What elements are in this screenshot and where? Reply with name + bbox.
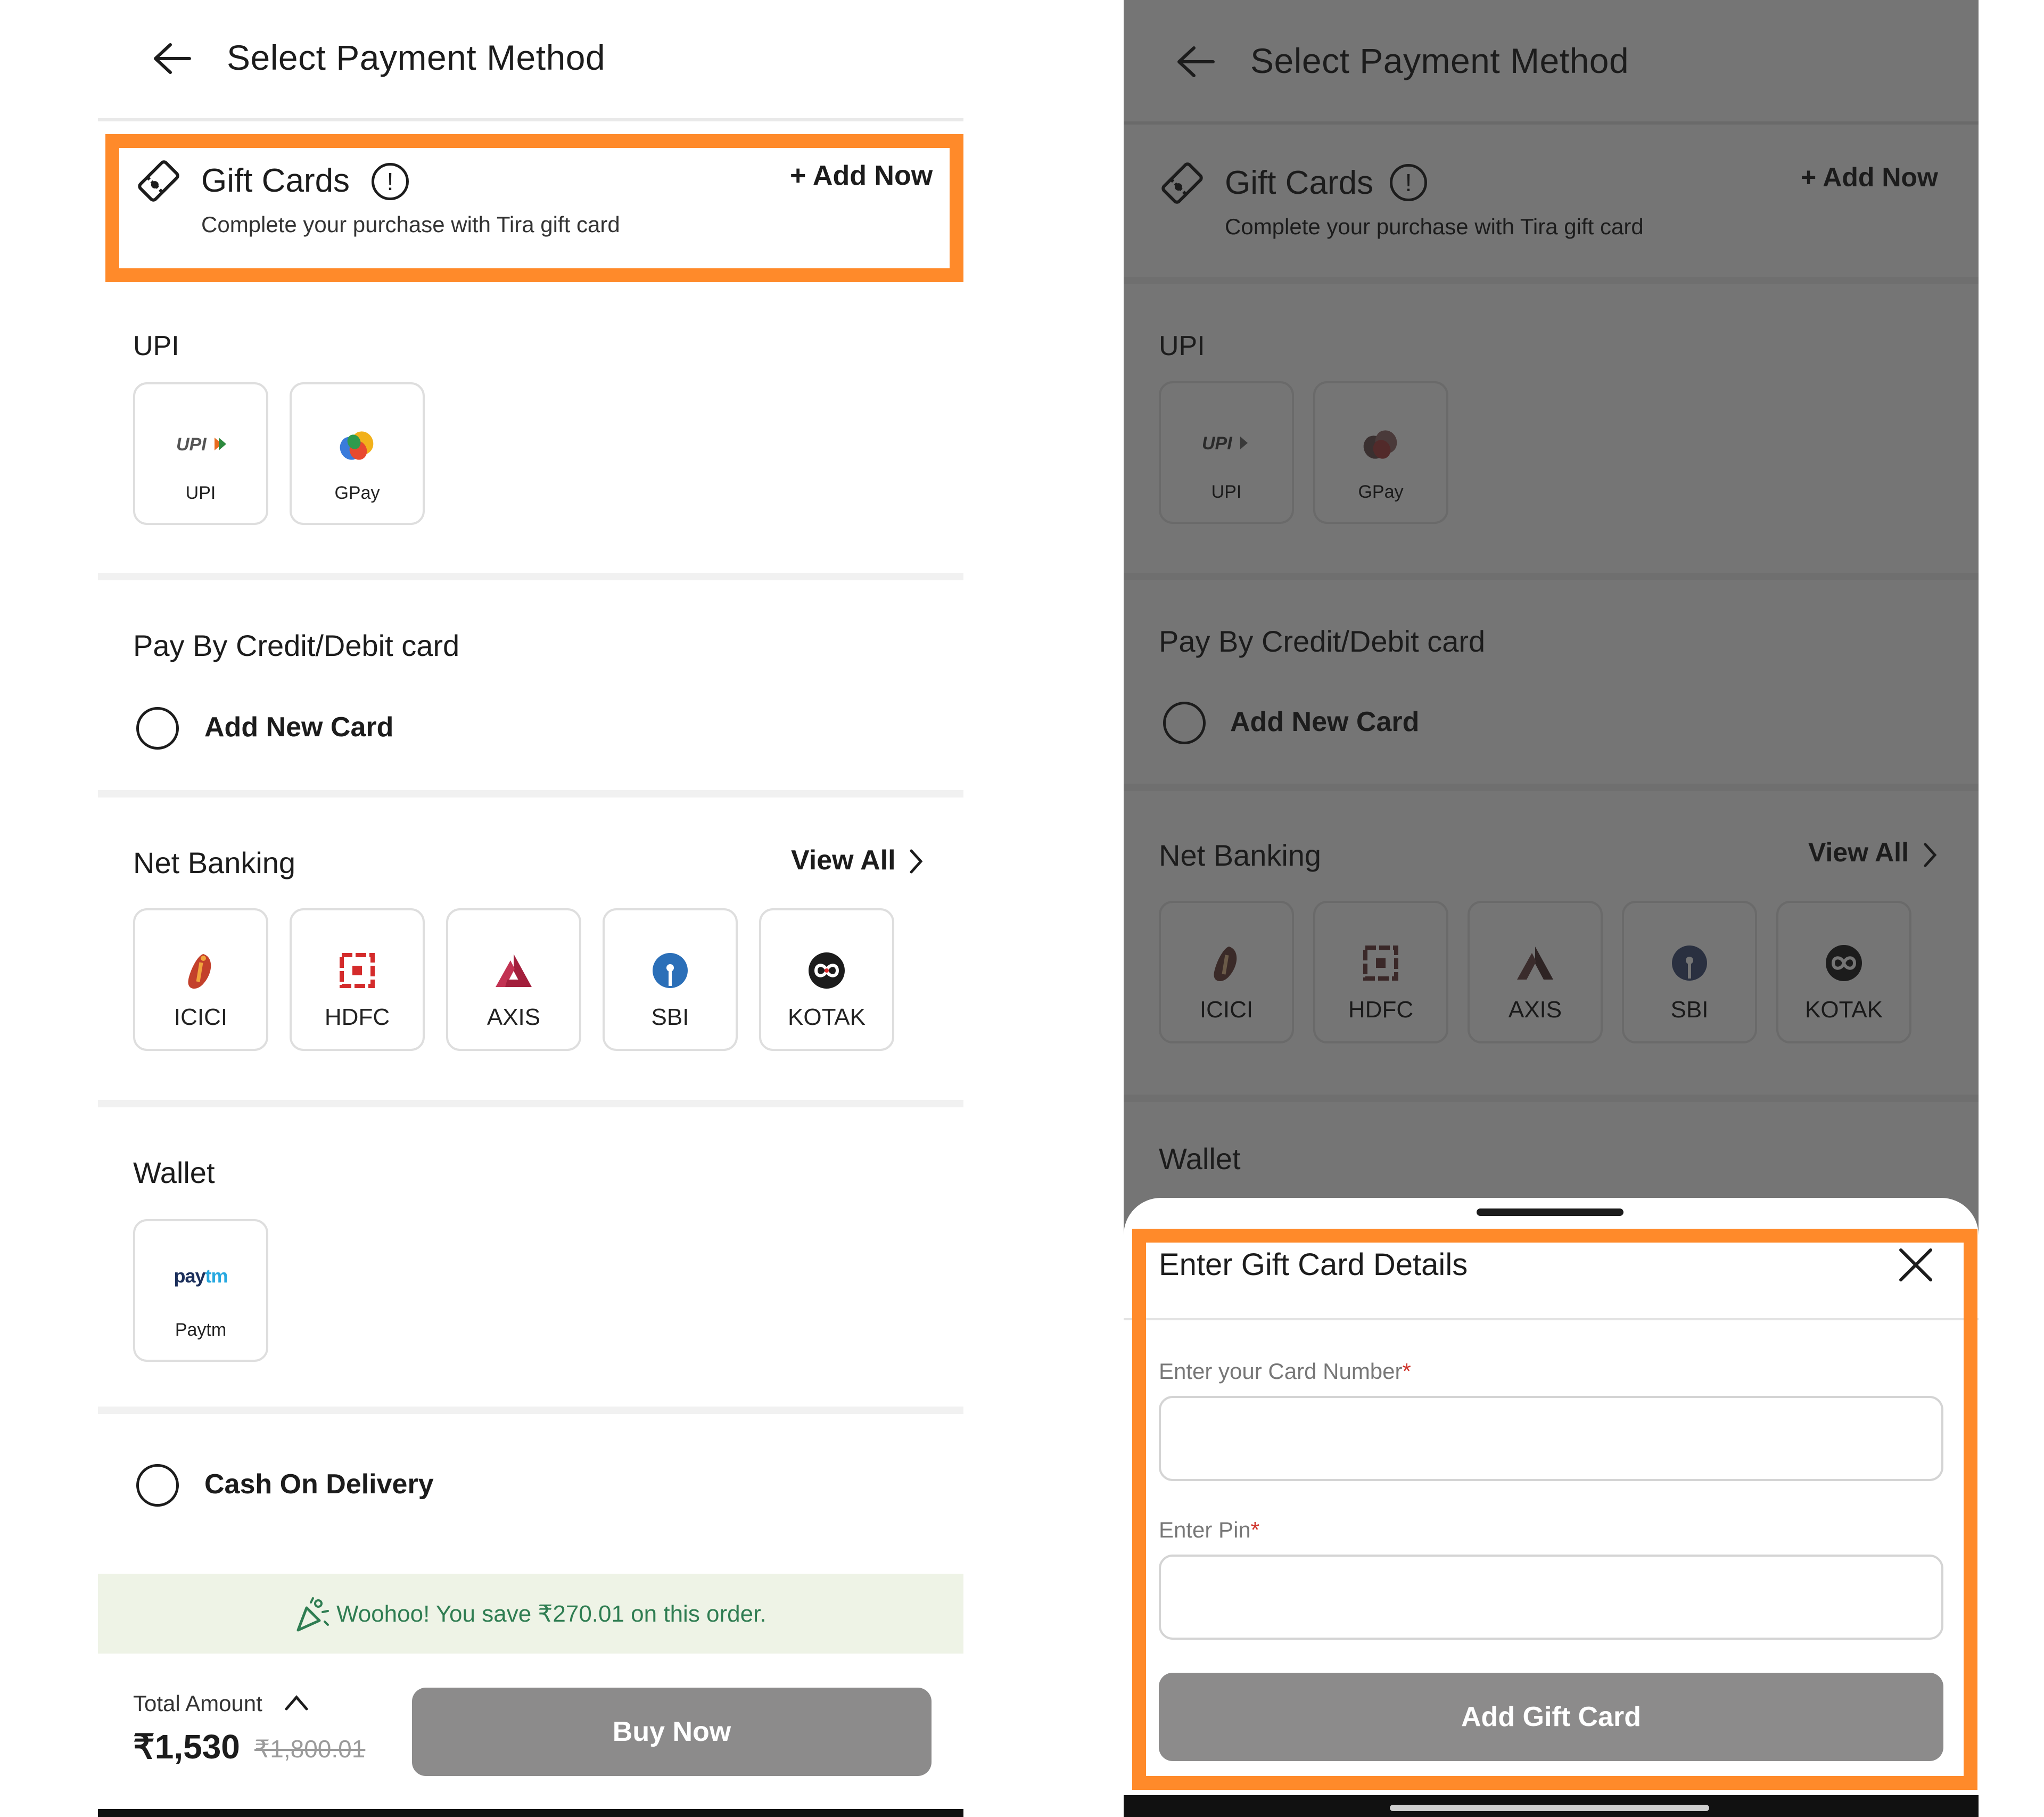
upi-label: UPI	[185, 483, 216, 503]
bank-label-sbi: SBI	[1670, 997, 1709, 1023]
gift-cards-highlight	[105, 134, 963, 282]
gift-card-sheet-highlight	[1132, 1229, 1977, 1790]
bank-tile-icici[interactable]: ICICI	[1159, 901, 1294, 1043]
kotak-icon	[1778, 944, 1909, 982]
sbi-icon	[1624, 944, 1755, 982]
paytm-label: Paytm	[175, 1320, 227, 1340]
wallet-title: Wallet	[1159, 1142, 1241, 1175]
total-amount-label[interactable]: Total Amount	[133, 1691, 262, 1716]
axis-icon	[448, 953, 579, 988]
buy-now-button[interactable]: Buy Now	[412, 1688, 932, 1776]
icici-icon	[1161, 944, 1292, 985]
upi-icon: UPI	[135, 433, 266, 455]
wallet-title: Wallet	[133, 1156, 215, 1189]
chevron-right-icon[interactable]	[907, 846, 925, 879]
add-new-card-label[interactable]: Add New Card	[204, 711, 393, 743]
info-icon[interactable]: !	[1390, 164, 1427, 201]
bottom-bar	[98, 1809, 963, 1817]
upi-title: UPI	[133, 331, 179, 361]
bank-tile-kotak[interactable]: KOTAK	[759, 908, 894, 1051]
axis-icon	[1470, 946, 1601, 981]
svg-text:UPI: UPI	[176, 434, 207, 455]
payment-screen-right: Select Payment Method Gift Cards ! + Add…	[1124, 0, 1979, 1817]
bank-tile-axis[interactable]: AXIS	[1468, 901, 1603, 1043]
hdfc-icon	[292, 953, 423, 988]
card-section-title: Pay By Credit/Debit card	[1159, 624, 1486, 658]
bank-label-icici: ICICI	[174, 1004, 228, 1030]
gpay-option[interactable]: GPay	[290, 382, 425, 525]
card-section-title: Pay By Credit/Debit card	[133, 629, 460, 662]
bank-tile-hdfc[interactable]: HDFC	[290, 908, 425, 1051]
payment-screen-left: Select Payment Method Gift Cards ! + Add…	[98, 0, 963, 1817]
back-arrow-icon[interactable]	[1175, 45, 1215, 79]
bank-tile-sbi[interactable]: SBI	[1622, 901, 1757, 1043]
gpay-icon	[1315, 426, 1446, 463]
net-banking-title: Net Banking	[1159, 838, 1322, 872]
upi-option[interactable]: UPI UPI	[1159, 381, 1294, 524]
upi-label: UPI	[1211, 482, 1242, 502]
gift-cards-title: Gift Cards	[1225, 165, 1374, 201]
bank-label-hdfc: HDFC	[324, 1004, 390, 1030]
add-new-card-label[interactable]: Add New Card	[1230, 706, 1419, 738]
bank-label-sbi: SBI	[651, 1004, 689, 1030]
home-indicator[interactable]	[1390, 1805, 1709, 1811]
bank-tile-axis[interactable]: AXIS	[446, 908, 581, 1051]
total-price: ₹1,530	[133, 1728, 240, 1766]
gpay-option[interactable]: GPay	[1313, 381, 1448, 524]
add-gift-card-link[interactable]: + Add Now	[1801, 162, 1938, 193]
gift-card-icon	[1157, 158, 1208, 211]
icici-icon	[135, 952, 266, 992]
sheet-drag-handle[interactable]	[1477, 1208, 1623, 1216]
paytm-logo: paytm	[174, 1265, 228, 1287]
bank-label-icici: ICICI	[1199, 997, 1254, 1023]
bank-label-axis: AXIS	[487, 1004, 541, 1030]
net-banking-title: Net Banking	[133, 846, 296, 879]
upi-icon: UPI	[1161, 432, 1292, 454]
gpay-label: GPay	[334, 483, 380, 503]
bank-label-kotak: KOTAK	[1805, 997, 1883, 1023]
chevron-up-icon[interactable]	[284, 1693, 309, 1715]
celebration-icon	[295, 1597, 330, 1635]
add-new-card-radio[interactable]	[1163, 702, 1206, 744]
kotak-icon	[761, 952, 892, 989]
gpay-icon	[292, 427, 423, 464]
chevron-right-icon[interactable]	[1921, 840, 1939, 873]
cod-label[interactable]: Cash On Delivery	[204, 1468, 434, 1500]
bank-label-axis: AXIS	[1508, 997, 1562, 1023]
cod-radio[interactable]	[136, 1464, 179, 1507]
bank-tile-kotak[interactable]: KOTAK	[1776, 901, 1911, 1043]
add-new-card-radio[interactable]	[136, 707, 179, 750]
view-all-link[interactable]: View All	[791, 844, 896, 876]
hdfc-icon	[1315, 946, 1446, 981]
bank-label-kotak: KOTAK	[788, 1004, 866, 1030]
back-arrow-icon[interactable]	[151, 42, 192, 76]
upi-option[interactable]: UPI UPI	[133, 382, 268, 525]
bank-tile-hdfc[interactable]: HDFC	[1313, 901, 1448, 1043]
original-price: ₹1,800.01	[254, 1735, 366, 1763]
upi-title: UPI	[1159, 331, 1205, 361]
bank-label-hdfc: HDFC	[1348, 997, 1414, 1023]
page-title: Select Payment Method	[1250, 41, 1629, 80]
sbi-icon	[605, 952, 736, 989]
paytm-option[interactable]: paytm Paytm	[133, 1219, 268, 1362]
bank-tile-icici[interactable]: ICICI	[133, 908, 268, 1051]
view-all-link[interactable]: View All	[1808, 837, 1909, 868]
page-title: Select Payment Method	[227, 38, 606, 77]
gpay-label: GPay	[1358, 482, 1404, 502]
svg-text:UPI: UPI	[1202, 433, 1233, 454]
savings-text: Woohoo! You save ₹270.01 on this order.	[336, 1601, 767, 1627]
bank-tile-sbi[interactable]: SBI	[603, 908, 738, 1051]
gift-cards-subtitle: Complete your purchase with Tira gift ca…	[1225, 214, 1644, 239]
